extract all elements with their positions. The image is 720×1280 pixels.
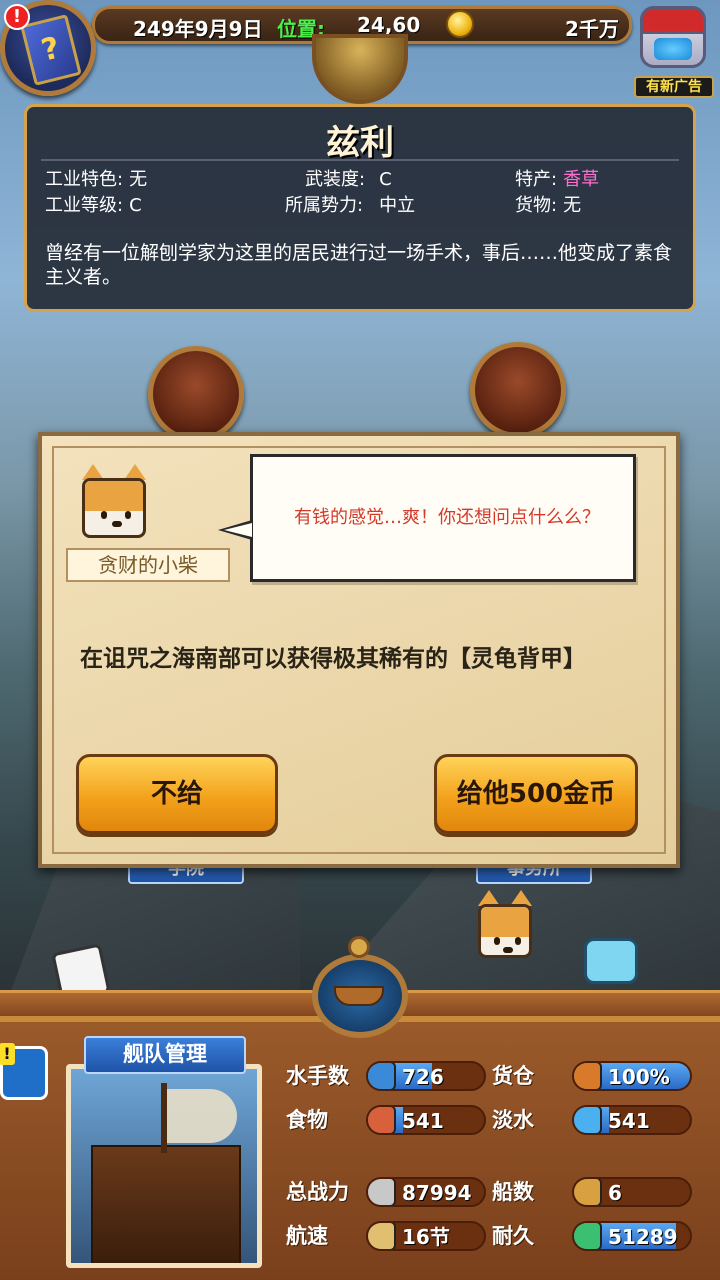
stat-bar: 726	[366, 1061, 486, 1091]
dialog-question: 在诅咒之海南部可以获得极其稀有的【灵龟背甲】	[80, 646, 586, 672]
stat-bar: 16节	[366, 1221, 486, 1251]
fleet-stat-1: 货仓 100%	[492, 1058, 696, 1094]
city-info-panel: 兹利 工业特色: 无 武装度: C 特产: 香草 工业等级: C 所属势力: 中立 货物:…	[24, 104, 696, 312]
water-icon	[574, 1107, 602, 1133]
give-gold-button[interactable]: 给他500金币	[434, 754, 638, 834]
fleet-stat-3: 淡水 541	[492, 1102, 696, 1138]
stat-industry-level: 工业等级: C	[45, 195, 142, 216]
ad-chest-label: 有新广告	[634, 76, 714, 98]
blue-cat-character[interactable]	[584, 938, 638, 984]
stat-label: 总战力	[286, 1180, 349, 1204]
stat-faction: 所属势力: 中立	[285, 195, 416, 216]
npc-speech: 有钱的感觉…爽！你还想问点什么么？	[294, 507, 600, 528]
fleet-stat-0: 水手数 726	[286, 1058, 490, 1094]
stat-value: 51289	[608, 1225, 678, 1249]
stat-bar: 6	[572, 1177, 692, 1207]
shiba-avatar	[82, 464, 146, 538]
stat-value: 100%	[608, 1065, 670, 1089]
stat-value: 16节	[402, 1225, 450, 1249]
fleet-ship-image[interactable]	[66, 1064, 262, 1268]
stat-label: 食物	[286, 1108, 328, 1132]
cargo-icon	[574, 1063, 602, 1089]
speed-icon	[368, 1223, 396, 1249]
stat-label: 水手数	[286, 1064, 349, 1088]
stat-label: 淡水	[492, 1108, 534, 1132]
stat-bar: 51289	[572, 1221, 692, 1251]
dock-building-icon[interactable]	[148, 346, 244, 442]
decline-button[interactable]: 不给	[76, 754, 278, 834]
stat-bar: 541	[366, 1105, 486, 1135]
boat-icon	[574, 1179, 602, 1205]
speech-bubble: 有钱的感觉…爽！你还想问点什么么？	[250, 454, 636, 582]
stat-label: 货仓	[492, 1064, 534, 1088]
fleet-stat-7: 耐久 51289	[492, 1218, 696, 1254]
durability-icon	[574, 1223, 602, 1249]
stat-specialty: 特产: 香草	[515, 169, 600, 190]
stat-bar: 87994	[366, 1177, 486, 1207]
stat-goods: 货物: 无	[515, 195, 582, 216]
fleet-stat-4: 总战力 87994	[286, 1174, 490, 1210]
crew-alert-icon[interactable]: !	[0, 1043, 48, 1100]
stat-label: 船数	[492, 1180, 534, 1204]
stat-bar: 100%	[572, 1061, 692, 1091]
ad-chest-button[interactable]: 有新广告	[632, 2, 716, 98]
npc-name: 贪财的小柴	[66, 548, 230, 582]
fleet-stat-6: 航速 16节	[286, 1218, 490, 1254]
city-description: 曾经有一位解刨学家为这里的居民进行过一场手术，事后……他变成了素食主义者。	[45, 242, 673, 288]
stat-value: 726	[402, 1065, 444, 1089]
alert-icon: !	[4, 4, 30, 30]
shiba-character[interactable]	[478, 890, 532, 958]
divider	[41, 159, 679, 161]
ship-emblem-button[interactable]	[300, 936, 420, 1038]
gold-coin-icon	[446, 10, 474, 38]
gold-amount: 2千万	[565, 17, 619, 41]
world-map-globe-icon[interactable]	[312, 34, 408, 104]
scroll-building-icon[interactable]	[470, 342, 566, 438]
meat-icon	[368, 1107, 396, 1133]
city-name: 兹利	[326, 123, 394, 163]
stat-value: 6	[608, 1181, 622, 1205]
stat-label: 航速	[286, 1224, 328, 1248]
chest-lid	[640, 6, 706, 34]
stat-value: 87994	[402, 1181, 472, 1205]
stat-value: 541	[402, 1109, 444, 1133]
stat-armament: 武装度: C	[305, 169, 392, 190]
boat-icon	[334, 986, 384, 1006]
game-date: 249年9月9日	[133, 17, 263, 41]
sailor-icon	[368, 1063, 396, 1089]
fleet-stat-2: 食物 541	[286, 1102, 490, 1138]
stat-industry-feature: 工业特色: 无	[45, 169, 148, 190]
fleet-stat-5: 船数 6	[492, 1174, 696, 1210]
speech-bubble-tail-fill	[224, 523, 252, 537]
stat-value: 541	[608, 1109, 650, 1133]
chest-gems	[654, 38, 692, 60]
fleet-management-button[interactable]: 舰队管理	[84, 1036, 246, 1074]
stat-label: 耐久	[492, 1224, 534, 1248]
sword-icon	[368, 1179, 396, 1205]
stat-bar: 541	[572, 1105, 692, 1135]
